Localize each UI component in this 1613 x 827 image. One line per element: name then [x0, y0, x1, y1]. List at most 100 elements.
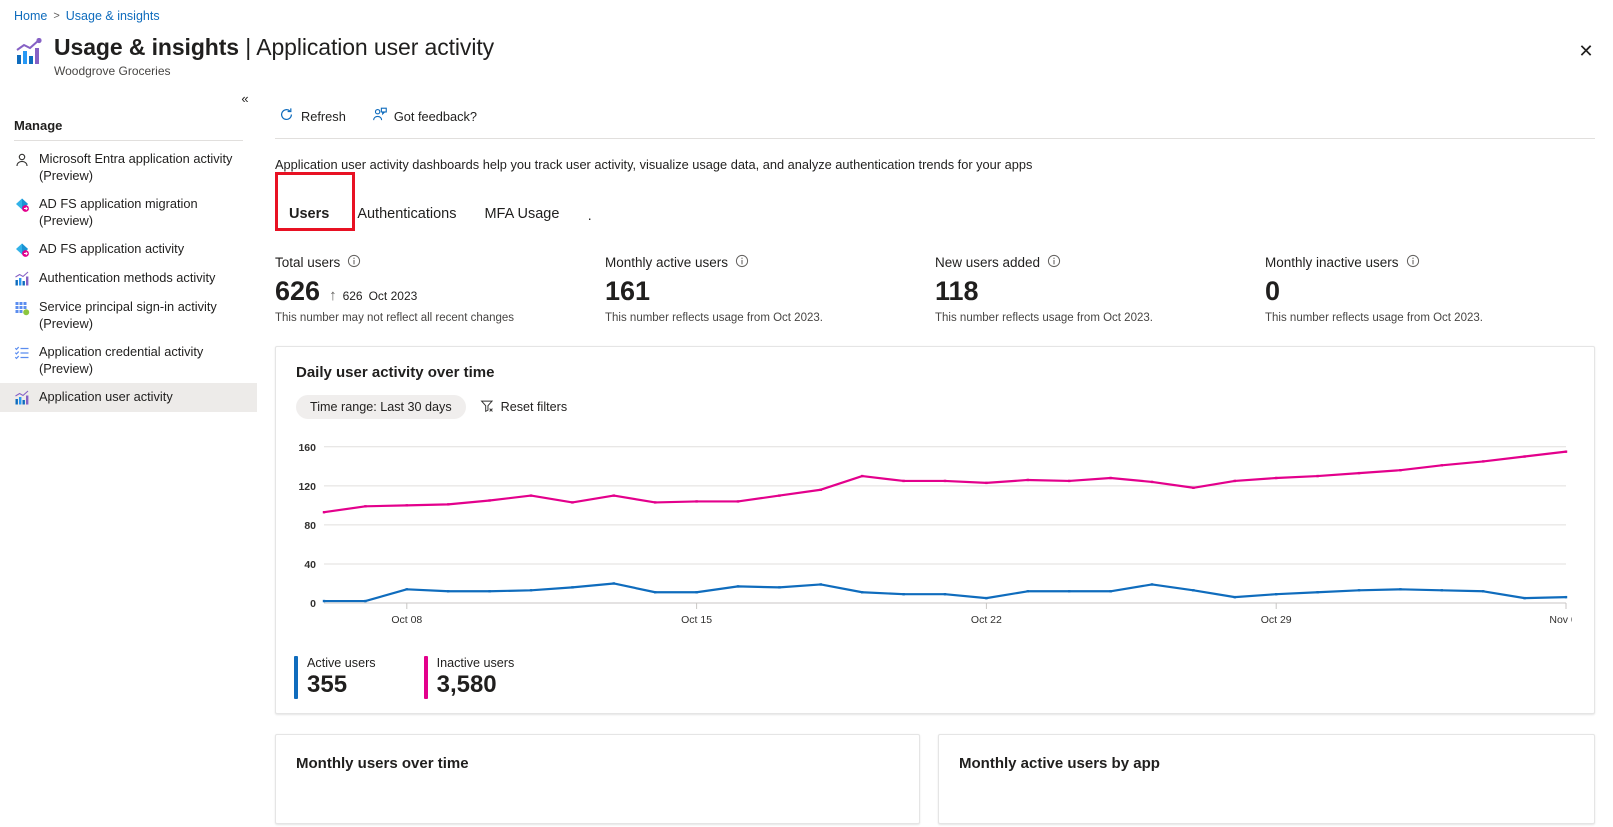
kpi-row: Total users 626 ↑ 626 Oct 2023 This numb…	[257, 232, 1613, 324]
kpi-label: Total users	[275, 255, 341, 270]
sidebar-item-adfs-application-migration[interactable]: AD FS application migration (Preview)	[0, 190, 257, 235]
page-root: Home > Usage & insights Usage & insights…	[0, 0, 1613, 827]
kpi-value-row: 0	[1265, 275, 1595, 307]
sidebar-item-authentication-methods-activity[interactable]: Authentication methods activity	[0, 264, 257, 293]
legend-label: Inactive users	[436, 656, 515, 670]
grid-icon	[14, 300, 30, 316]
kpi-note: This number reflects usage from Oct 2023…	[1265, 312, 1483, 324]
kpi-new-users-added: New users added 118 This number reflects…	[935, 254, 1265, 324]
info-icon[interactable]	[735, 254, 749, 271]
card-title: Monthly active users by app	[959, 755, 1160, 772]
tab-authentications[interactable]: Authentications	[343, 205, 470, 232]
legend-swatch-active	[294, 656, 298, 699]
svg-text:0: 0	[310, 598, 316, 610]
sidebar-item-application-credential-activity[interactable]: Application credential activity (Preview…	[0, 338, 257, 383]
trend-up-icon: ↑	[329, 287, 337, 304]
svg-text:Oct 08: Oct 08	[391, 614, 422, 626]
sidebar-item-label: Authentication methods activity	[39, 270, 216, 285]
breadcrumb: Home > Usage & insights	[14, 9, 160, 23]
person-icon	[14, 152, 30, 168]
legend-label: Active users	[307, 656, 376, 670]
tab-users[interactable]: Users	[275, 205, 343, 232]
reset-filters-label: Reset filters	[500, 400, 568, 414]
page-title-text: Usage & insights | Application user acti…	[54, 32, 494, 62]
breadcrumb-current[interactable]: Usage & insights	[66, 9, 160, 23]
breadcrumb-home[interactable]: Home	[14, 9, 47, 23]
kpi-monthly-active-users: Monthly active users 161 This number ref…	[605, 254, 935, 324]
card-title: Daily user activity over time	[296, 364, 495, 381]
sidebar-item-entra-application-activity[interactable]: Microsoft Entra application activity (Pr…	[0, 145, 257, 190]
chart-icon	[14, 390, 30, 406]
refresh-button[interactable]: Refresh	[275, 103, 350, 129]
legend-value: 355	[307, 671, 348, 698]
svg-text:Oct 22: Oct 22	[971, 614, 1002, 626]
chart-icon	[14, 271, 30, 287]
legend-item-inactive-users: Inactive users 3,580	[423, 656, 515, 699]
kpi-header: New users added	[935, 254, 1265, 271]
got-feedback-button[interactable]: Got feedback?	[368, 103, 481, 129]
time-range-chip[interactable]: Time range: Last 30 days	[296, 395, 466, 419]
card-title: Monthly users over time	[296, 755, 469, 772]
tab-list: Users Authentications MFA Usage ·	[275, 172, 1595, 232]
kpi-total-users: Total users 626 ↑ 626 Oct 2023 This numb…	[275, 254, 605, 324]
sidebar-item-label: AD FS application activity	[39, 241, 185, 256]
sidebar-item-adfs-application-activity[interactable]: AD FS application activity	[0, 235, 257, 264]
sidebar-item-service-principal-signin-activity[interactable]: Service principal sign-in activity (Prev…	[0, 293, 257, 338]
legend-item-active-users: Active users 355	[294, 656, 376, 699]
main-content: Refresh Got feedback? Application user a…	[257, 96, 1613, 827]
svg-text:80: 80	[304, 520, 316, 532]
kpi-header: Monthly inactive users	[1265, 254, 1595, 271]
monthly-active-users-by-app-card: Monthly active users by app	[938, 734, 1595, 824]
page-title-bold: Usage & insights	[54, 34, 239, 60]
feedback-label: Got feedback?	[393, 108, 478, 124]
chart-filter-row: Time range: Last 30 days Reset filters	[276, 381, 1594, 419]
kpi-delta: ↑ 626 Oct 2023	[329, 287, 417, 304]
kpi-delta-value: 626	[342, 288, 363, 303]
sidebar-item-label: Service principal sign-in activity (Prev…	[39, 299, 217, 331]
svg-text:Oct 15: Oct 15	[681, 614, 712, 626]
command-bar: Refresh Got feedback?	[257, 96, 1613, 136]
kpi-value-row: 161	[605, 275, 935, 307]
svg-text:120: 120	[298, 481, 316, 493]
kpi-note: This number reflects usage from Oct 2023…	[605, 312, 823, 324]
info-icon[interactable]	[347, 254, 361, 271]
sidebar-item-label: AD FS application migration (Preview)	[39, 196, 198, 228]
kpi-label: Monthly inactive users	[1265, 255, 1399, 270]
refresh-icon	[279, 107, 294, 125]
reset-filters-button[interactable]: Reset filters	[480, 399, 568, 416]
info-icon[interactable]	[1406, 254, 1420, 271]
kpi-value: 118	[935, 276, 979, 306]
breadcrumb-separator-icon: >	[53, 10, 60, 22]
kpi-monthly-inactive-users: Monthly inactive users 0 This number ref…	[1265, 254, 1595, 324]
kpi-value: 161	[605, 276, 651, 306]
kpi-header: Monthly active users	[605, 254, 935, 271]
kpi-label: New users added	[935, 255, 1041, 270]
sidebar-item-application-user-activity[interactable]: Application user activity	[0, 383, 257, 412]
svg-text:160: 160	[298, 442, 316, 454]
page-title-rest: Application user activity	[256, 34, 495, 60]
page-description: Application user activity dashboards hel…	[275, 157, 1033, 172]
kpi-header: Total users	[275, 254, 605, 271]
info-icon[interactable]	[1047, 254, 1061, 271]
adfs-icon	[14, 242, 30, 258]
list-icon	[14, 345, 30, 361]
close-icon[interactable]: ✕	[1573, 38, 1599, 64]
svg-text:40: 40	[304, 559, 316, 571]
filter-reset-icon	[480, 399, 494, 416]
tab-overflow-icon[interactable]: ·	[587, 211, 592, 232]
page-title: Usage & insights | Application user acti…	[14, 32, 494, 78]
kpi-value-row: 118	[935, 275, 1265, 307]
bottom-card-row: Monthly users over time Monthly active u…	[275, 734, 1595, 824]
chart-legend: Active users 355 Inactive users 3,580	[276, 644, 1594, 699]
svg-text:Nov 05: Nov 05	[1549, 614, 1572, 626]
collapse-sidebar-icon[interactable]: «	[237, 92, 253, 108]
kpi-value: 0	[1265, 276, 1281, 306]
adfs-icon	[14, 197, 30, 213]
monthly-users-over-time-card: Monthly users over time	[275, 734, 920, 824]
tab-mfa-usage[interactable]: MFA Usage	[470, 205, 573, 232]
daily-user-activity-chart[interactable]: 0 40 80 120 160 Oct 08 Oct 15 Oct 22 Oct 29 Nov 0…	[284, 429, 1582, 639]
kpi-label: Monthly active users	[605, 255, 729, 270]
legend-value: 3,580	[436, 671, 497, 698]
chart-plot-area: 0 40 80 120 160 Oct 08 Oct 15 Oct 22 Oct 29 Nov 0…	[276, 419, 1594, 644]
sidebar-section-manage: Manage	[14, 118, 63, 133]
